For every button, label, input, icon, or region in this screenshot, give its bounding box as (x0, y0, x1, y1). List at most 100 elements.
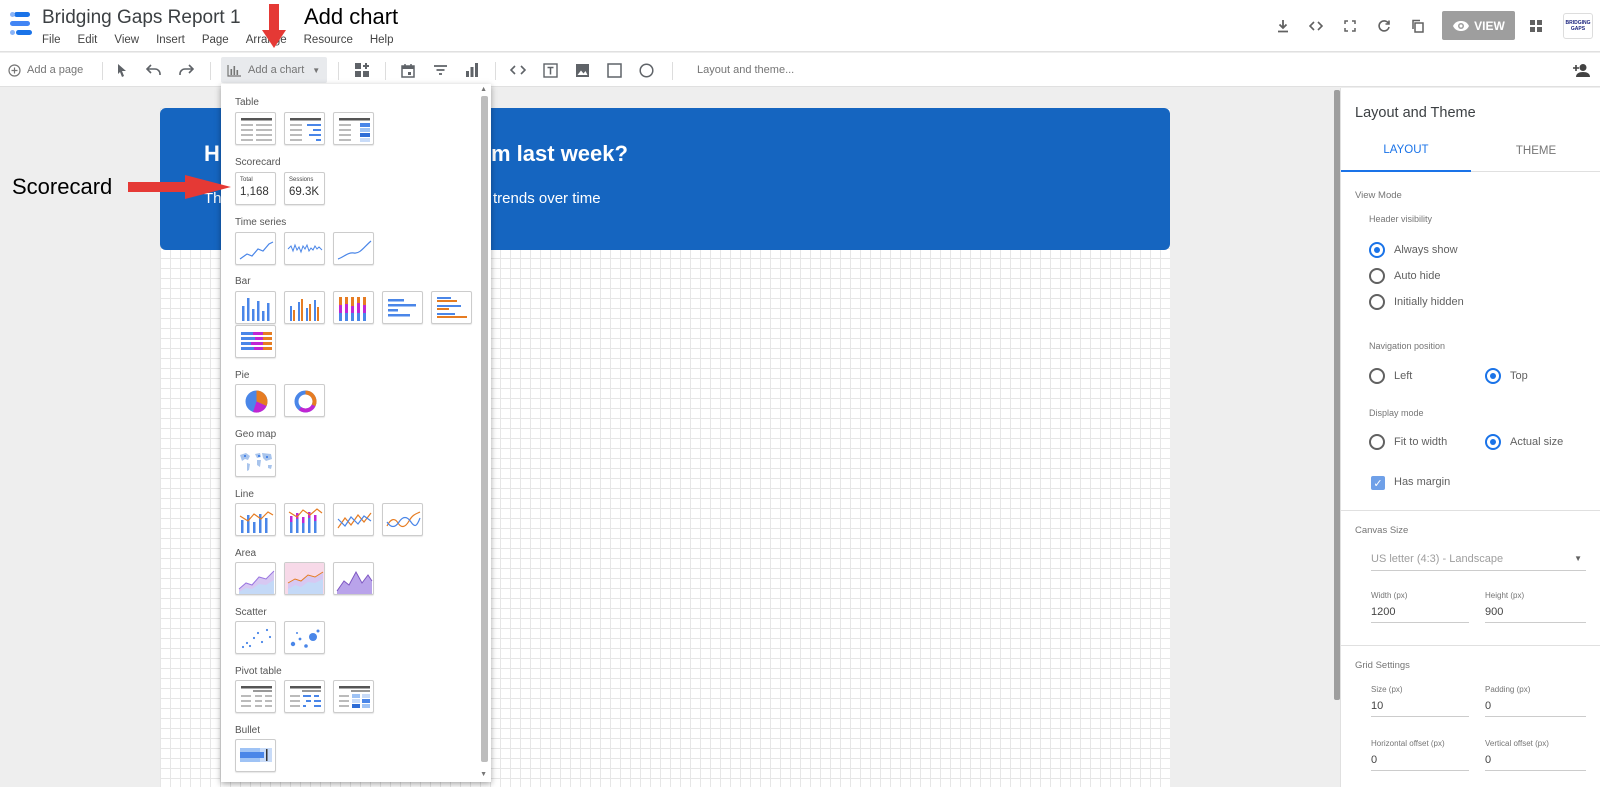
chart-type-smoothed-line[interactable] (382, 503, 423, 536)
chart-type-stacked-area[interactable] (284, 562, 325, 595)
radio-auto-hide[interactable] (1369, 268, 1385, 284)
width-input[interactable]: 1200 (1371, 601, 1469, 623)
chart-type-donut[interactable] (284, 384, 325, 417)
view-button[interactable]: VIEW (1442, 11, 1515, 40)
radio-fit-to-width[interactable] (1369, 434, 1385, 450)
embed-code-icon[interactable] (1304, 14, 1328, 38)
chart-type-pivot-table-bars[interactable] (284, 680, 325, 713)
fullscreen-icon[interactable] (1338, 14, 1362, 38)
layout-theme-button[interactable]: Layout and theme... (697, 57, 794, 83)
chart-type-horizontal-bar[interactable] (382, 291, 423, 324)
header-visibility-label: Header visibility (1369, 214, 1433, 224)
chart-type-scorecard-compact[interactable]: Sessions 69.3K (284, 172, 325, 205)
chart-type-scatter[interactable] (235, 621, 276, 654)
redo-icon[interactable] (174, 57, 198, 83)
tab-layout[interactable]: LAYOUT (1341, 130, 1471, 172)
chart-type-stacked-column[interactable] (333, 291, 374, 324)
view-mode-heading: View Mode (1355, 190, 1402, 201)
copy-icon[interactable] (1406, 14, 1430, 38)
scorecard-label: Sessions (289, 177, 314, 183)
chart-type-time-series[interactable] (235, 232, 276, 265)
rectangle-icon[interactable] (602, 57, 626, 83)
chart-type-grouped-bar[interactable] (431, 291, 472, 324)
chart-type-bullet[interactable] (235, 739, 276, 772)
menu-view[interactable]: View (114, 34, 139, 46)
section-bullet: Bullet (235, 725, 261, 736)
annotation-scorecard: Scorecard (12, 174, 113, 199)
grid-size-input[interactable]: 10 (1371, 695, 1469, 717)
horizontal-offset-input[interactable]: 0 (1371, 749, 1469, 771)
chart-type-geo-map[interactable] (235, 444, 276, 477)
report-title[interactable]: Bridging Gaps Report 1 (42, 7, 241, 29)
chart-type-table-heatmap[interactable] (333, 112, 374, 145)
chart-type-pie[interactable] (235, 384, 276, 417)
tab-theme[interactable]: THEME (1471, 130, 1600, 172)
add-page-label: Add a page (27, 64, 84, 76)
canvas-size-select[interactable]: US letter (4:3) - Landscape ▼ (1371, 547, 1586, 571)
radio-nav-left[interactable] (1369, 368, 1385, 384)
add-chart-menu: ▲ ▼ Table Scorecard Total 1,168 Sessions… (221, 84, 491, 782)
has-margin-checkbox[interactable]: ✓ (1371, 476, 1385, 490)
image-icon[interactable] (570, 57, 594, 83)
chart-type-area[interactable] (235, 562, 276, 595)
scroll-down-icon[interactable]: ▼ (480, 771, 487, 778)
chart-type-table-bars[interactable] (284, 112, 325, 145)
chart-type-combo[interactable] (235, 503, 276, 536)
menu-file[interactable]: File (42, 34, 61, 46)
section-pivot-table: Pivot table (235, 666, 282, 677)
radio-nav-left-label: Left (1394, 370, 1413, 382)
download-icon[interactable] (1271, 14, 1295, 38)
scorecard-label: Total (240, 177, 253, 183)
select-pointer-icon[interactable] (110, 57, 134, 83)
data-control-icon[interactable] (460, 57, 484, 83)
text-box-icon[interactable] (538, 57, 562, 83)
url-embed-icon[interactable] (506, 57, 530, 83)
menu-page[interactable]: Page (202, 34, 229, 46)
chart-type-pivot-table[interactable] (235, 680, 276, 713)
chart-type-column[interactable] (235, 291, 276, 324)
chart-type-line[interactable] (333, 503, 374, 536)
radio-initially-hidden[interactable] (1369, 294, 1385, 310)
toolbar-divider (102, 62, 103, 80)
menu-help[interactable]: Help (370, 34, 394, 46)
grid-padding-input[interactable]: 0 (1485, 695, 1586, 717)
checkmark-icon: ✓ (1373, 477, 1383, 490)
radio-actual-size[interactable] (1485, 434, 1501, 450)
apps-grid-icon[interactable] (1524, 14, 1548, 38)
date-range-icon[interactable] (396, 57, 420, 83)
section-line: Line (235, 489, 254, 500)
section-pie: Pie (235, 370, 250, 381)
height-input[interactable]: 900 (1485, 601, 1586, 623)
circle-icon[interactable] (634, 57, 658, 83)
radio-always-show[interactable] (1369, 242, 1385, 258)
filter-control-icon[interactable] (428, 57, 452, 83)
undo-icon[interactable] (142, 57, 166, 83)
vertical-offset-input[interactable]: 0 (1485, 749, 1586, 771)
chart-type-grouped-column[interactable] (284, 291, 325, 324)
chart-type-sparkline[interactable] (284, 232, 325, 265)
chart-type-table[interactable] (235, 112, 276, 145)
chart-type-stacked-bar[interactable] (235, 325, 276, 358)
community-viz-icon[interactable] (350, 57, 374, 83)
chart-type-100-stacked-area[interactable] (333, 562, 374, 595)
menu-bar: File Edit View Insert Page Arrange Resou… (42, 34, 411, 46)
account-avatar[interactable]: BRIDGING GAPS (1563, 13, 1593, 39)
menu-resource[interactable]: Resource (304, 34, 353, 46)
chart-type-scorecard[interactable]: Total 1,168 (235, 172, 276, 205)
scroll-up-icon[interactable]: ▲ (480, 86, 487, 93)
chart-type-stacked-combo[interactable] (284, 503, 325, 536)
chart-menu-scrollbar[interactable] (481, 96, 488, 762)
chart-type-bubble[interactable] (284, 621, 325, 654)
chart-type-smoothed-time-series[interactable] (333, 232, 374, 265)
radio-auto-hide-label: Auto hide (1394, 270, 1441, 282)
chart-type-pivot-table-heatmap[interactable] (333, 680, 374, 713)
share-add-person-icon[interactable] (1570, 57, 1594, 83)
refresh-icon[interactable] (1372, 14, 1396, 38)
radio-nav-top[interactable] (1485, 368, 1501, 384)
radio-actual-size-label: Actual size (1510, 436, 1564, 448)
add-page-button[interactable]: Add a page (8, 57, 83, 83)
menu-insert[interactable]: Insert (156, 34, 185, 46)
data-studio-logo[interactable] (8, 10, 34, 38)
add-chart-button[interactable]: Add a chart ▼ (221, 57, 327, 83)
menu-edit[interactable]: Edit (78, 34, 98, 46)
